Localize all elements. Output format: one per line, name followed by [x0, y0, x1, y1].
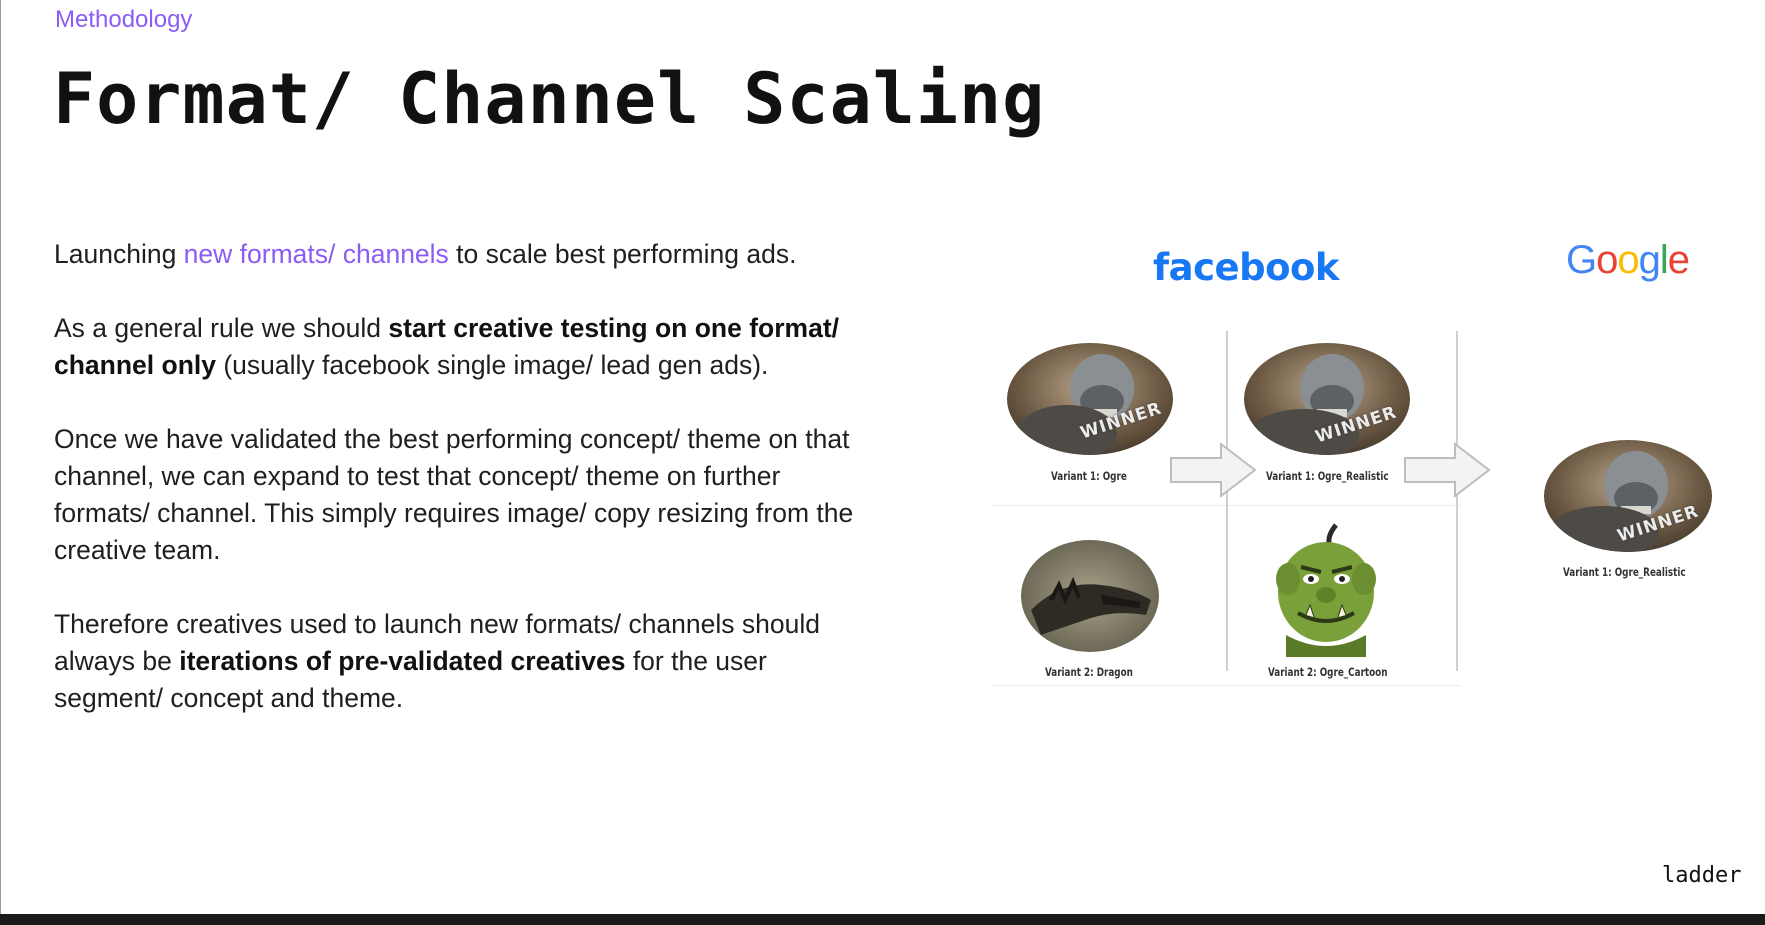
- slide-title: Format/ Channel Scaling: [53, 58, 1046, 140]
- arrow-right-icon: [1404, 441, 1491, 499]
- google-logo-letter: g: [1638, 238, 1661, 282]
- caption-variant-1-ogre-realistic: Variant 1: Ogre_Realistic: [1266, 469, 1389, 483]
- caption-variant-2-ogre-cartoon: Variant 2: Ogre_Cartoon: [1268, 665, 1388, 679]
- text-span: to scale best performing ads.: [448, 239, 797, 269]
- column-divider: [1226, 331, 1228, 671]
- scaling-diagram: WINNER Variant 1: Ogre Variant 2: Dragon: [991, 325, 1716, 695]
- google-logo-letter: o: [1596, 238, 1618, 282]
- google-logo-letter: e: [1667, 238, 1690, 282]
- caption-variant-2-dragon: Variant 2: Dragon: [1045, 665, 1133, 679]
- column-divider: [1456, 331, 1458, 671]
- ladder-brand-logo: ladder: [1662, 863, 1742, 888]
- caption-variant-1-ogre-realistic-google: Variant 1: Ogre_Realistic: [1563, 565, 1686, 579]
- paragraph-intro: Launching new formats/ channels to scale…: [54, 236, 874, 273]
- google-logo: Google: [1566, 238, 1690, 283]
- dragon-image: [1021, 540, 1159, 652]
- ogre-realistic-image: WINNER: [1244, 343, 1410, 455]
- text-span: As a general rule we should: [54, 313, 389, 343]
- google-logo-letter: G: [1566, 238, 1597, 282]
- highlight-new-formats: new formats/ channels: [183, 239, 449, 269]
- bold-iterations: iterations of pre-validated creatives: [179, 646, 626, 676]
- google-logo-letter: l: [1659, 238, 1669, 282]
- ogre-image: WINNER: [1007, 343, 1173, 455]
- ogre-cartoon-image: [1256, 517, 1396, 657]
- facebook-logo: facebook: [1153, 246, 1340, 289]
- paragraph-general-rule: As a general rule we should start creati…: [54, 310, 874, 384]
- text-span: (usually facebook single image/ lead gen…: [215, 350, 769, 380]
- arrow-right-icon: [1170, 441, 1257, 499]
- section-label: Methodology: [55, 6, 193, 33]
- paragraph-therefore: Therefore creatives used to launch new f…: [54, 606, 874, 717]
- paragraph-validated: Once we have validated the best performi…: [54, 424, 854, 565]
- slide: Methodology Format/ Channel Scaling Laun…: [0, 0, 1765, 914]
- google-logo-letter: o: [1617, 238, 1639, 282]
- caption-variant-1-ogre: Variant 1: Ogre: [1051, 469, 1127, 483]
- ogre-realistic-google-image: WINNER: [1544, 440, 1712, 552]
- body-text: Launching new formats/ channels to scale…: [54, 236, 874, 754]
- text-span: Launching: [54, 239, 184, 269]
- grid-line: [991, 685, 1461, 686]
